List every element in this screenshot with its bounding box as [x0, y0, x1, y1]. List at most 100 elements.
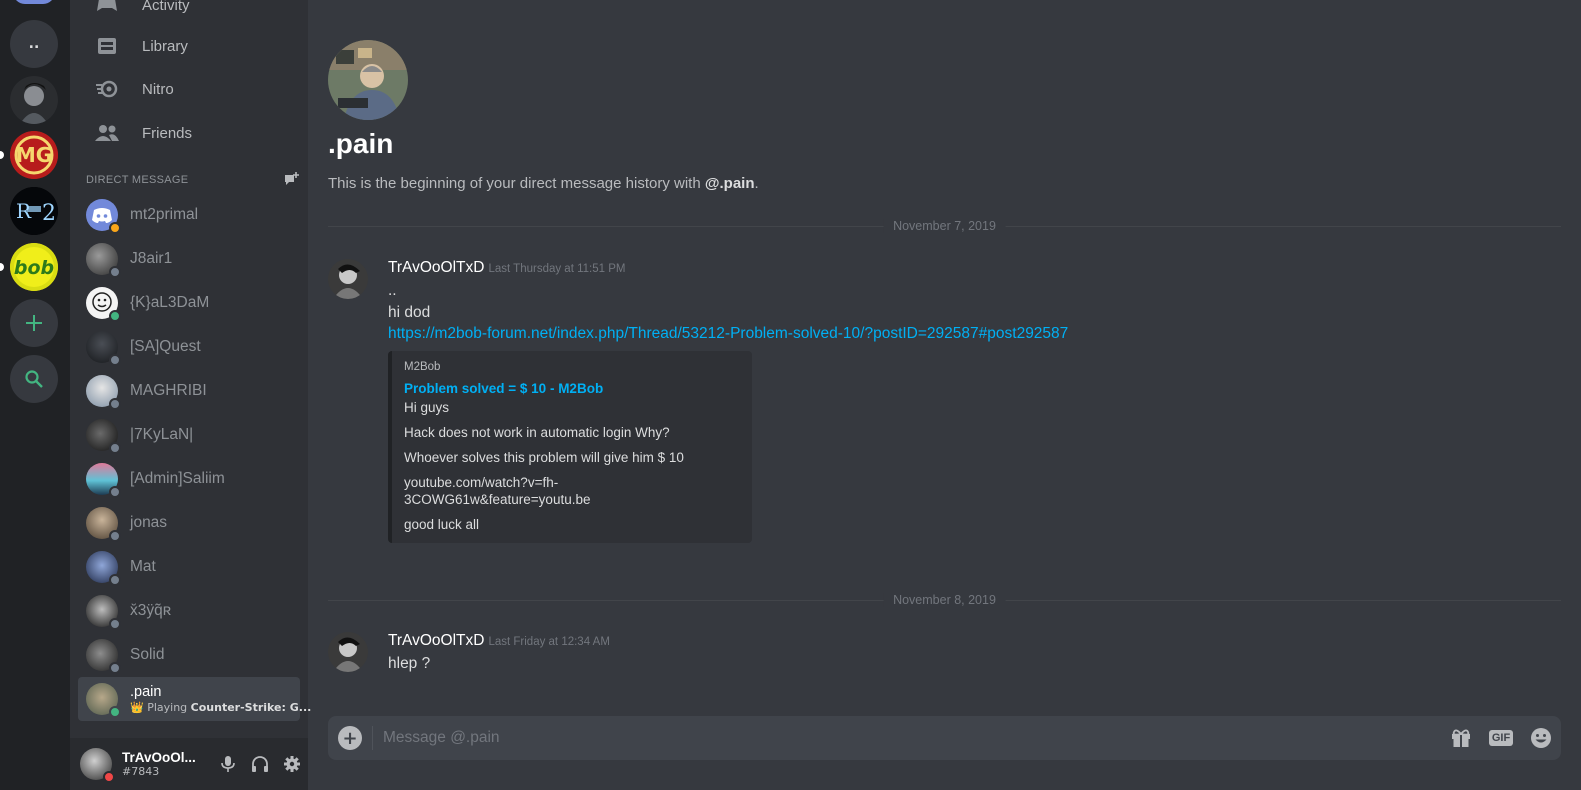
embed-paragraph: Hack does not work in automatic login Wh…: [404, 424, 670, 440]
profile-picture-icon: [328, 40, 408, 120]
server-icon-metin2[interactable]: R 2: [10, 187, 58, 235]
status-offline: [109, 266, 121, 278]
message-avatar[interactable]: [328, 259, 368, 299]
status-online: [109, 310, 121, 322]
message-avatar[interactable]: [328, 632, 368, 672]
emoji-smile-icon: [1531, 728, 1551, 748]
message-composer: + GIF: [328, 716, 1561, 760]
dm-item-kal3dam[interactable]: {K}aL3DaM: [78, 281, 300, 325]
gift-button[interactable]: [1441, 716, 1481, 760]
emoji-button[interactable]: [1521, 716, 1561, 760]
server-icon-portrait[interactable]: [10, 76, 58, 124]
svg-text:2: 2: [42, 201, 56, 226]
dm-item-mat[interactable]: Mat: [78, 545, 300, 589]
dm-sidebar: Activity Library Nitro Friends DIRECT ME…: [70, 0, 311, 790]
chat-area: .pain This is the beginning of your dire…: [308, 0, 1581, 790]
mg-logo-icon: MG: [10, 131, 58, 179]
dm-item-admin-saliim[interactable]: [Admin]Saliim: [78, 457, 300, 501]
dm-item-maghribi[interactable]: MAGHRIBI: [78, 369, 300, 413]
message-author[interactable]: TrAvOoOlTxD: [388, 632, 484, 649]
avatar: [86, 243, 121, 278]
unread-pill: [0, 263, 4, 271]
status-offline: [109, 486, 121, 498]
server-rail: .. MG R 2 bob: [0, 0, 70, 790]
library-icon: [92, 34, 122, 58]
svg-text:bob: bob: [14, 257, 54, 279]
status-offline: [109, 618, 121, 630]
new-dm-icon[interactable]: [284, 171, 300, 190]
unread-pill: [0, 151, 4, 159]
message-text: hlep ?: [388, 655, 431, 672]
nav-activity[interactable]: Activity: [78, 0, 300, 26]
dm-item-jonas[interactable]: jonas: [78, 501, 300, 545]
date-divider: November 8, 2019: [328, 593, 1561, 607]
link-embed: M2Bob Problem solved = $ 10 - M2Bob Hi g…: [388, 350, 752, 543]
message-timestamp: Last Thursday at 11:51 PM: [488, 263, 626, 275]
avatar: [86, 507, 121, 542]
dm-item-j8air1[interactable]: J8air1: [78, 237, 300, 281]
dm-item-solid[interactable]: Solid: [78, 633, 300, 677]
avatar: [86, 331, 121, 366]
dm-header: DIRECT MESSAGE: [86, 171, 300, 189]
gif-icon: GIF: [1488, 730, 1514, 746]
dm-item-x3yqr[interactable]: x̆3ÿq̃ʀ: [78, 589, 300, 633]
embed-paragraph: youtube.com/watch?v=fh-3COWG61w&feature=…: [404, 474, 591, 507]
channel-title: .pain: [328, 128, 394, 159]
message-timestamp: Last Friday at 12:34 AM: [488, 636, 610, 648]
home-button[interactable]: [13, 0, 55, 4]
nav-nitro[interactable]: Nitro: [78, 68, 300, 110]
avatar: [86, 551, 121, 586]
portrait-icon: [10, 76, 58, 124]
message-input[interactable]: [373, 716, 1441, 760]
add-server-button[interactable]: [10, 299, 58, 347]
message-author[interactable]: TrAvOoOlTxD: [388, 259, 484, 276]
nav-friends[interactable]: Friends: [78, 112, 300, 154]
message-link[interactable]: https://m2bob-forum.net/index.php/Thread…: [388, 323, 1538, 345]
date-divider: November 7, 2019: [328, 219, 1561, 233]
dm-item-7kylan[interactable]: |7KyLaN|: [78, 413, 300, 457]
embed-paragraph: Whoever solves this problem will give hi…: [404, 449, 684, 465]
dm-item-mt2primal[interactable]: mt2primal: [78, 193, 300, 237]
embed-provider[interactable]: M2Bob: [404, 361, 742, 373]
friends-icon: [92, 121, 122, 145]
server-dots[interactable]: ..: [10, 20, 58, 68]
mute-button[interactable]: [212, 748, 244, 780]
user-settings-button[interactable]: [276, 748, 308, 780]
message-text: ..: [388, 282, 397, 299]
bob-logo-icon: bob: [10, 243, 58, 291]
avatar: [86, 639, 121, 674]
dm-item-sa-quest[interactable]: [SA]Quest: [78, 325, 300, 369]
avatar: [86, 595, 121, 630]
server-icon-mg[interactable]: MG: [10, 131, 58, 179]
avatar: [86, 287, 121, 322]
status-dnd: [103, 771, 115, 783]
dm-item-pain[interactable]: .pain 👑 Playing Counter-Strike: G...: [78, 677, 311, 721]
server-icon-bob[interactable]: bob: [10, 243, 58, 291]
search-icon: [25, 370, 43, 388]
user-panel: TrAvOoOl... #7843: [70, 738, 308, 790]
explore-servers-button[interactable]: [10, 355, 58, 403]
microphone-icon: [221, 756, 235, 772]
status-offline: [109, 574, 121, 586]
user-avatar[interactable]: [80, 748, 115, 783]
mention[interactable]: @.pain: [705, 175, 755, 192]
embed-title[interactable]: Problem solved = $ 10 - M2Bob: [404, 381, 742, 396]
deafen-button[interactable]: [244, 748, 276, 780]
crown-icon: 👑: [130, 701, 148, 714]
metin2-logo-icon: R 2: [10, 187, 58, 235]
user-avatar-icon: [328, 632, 368, 672]
status-idle: [109, 222, 121, 234]
avatar: [86, 419, 121, 454]
message-text: hi dod: [388, 303, 431, 321]
avatar: [86, 375, 121, 410]
avatar: [86, 683, 121, 718]
nitro-icon: [92, 77, 122, 101]
gif-button[interactable]: GIF: [1481, 716, 1521, 760]
nav-library[interactable]: Library: [78, 25, 300, 67]
status-offline: [109, 530, 121, 542]
status-offline: [109, 442, 121, 454]
status-online: [109, 706, 121, 718]
dm-list: mt2primal J8air1 {K}aL3DaM [SA]Quest MAG…: [78, 193, 311, 721]
upload-button[interactable]: +: [328, 716, 372, 760]
headphones-icon: [252, 756, 268, 772]
